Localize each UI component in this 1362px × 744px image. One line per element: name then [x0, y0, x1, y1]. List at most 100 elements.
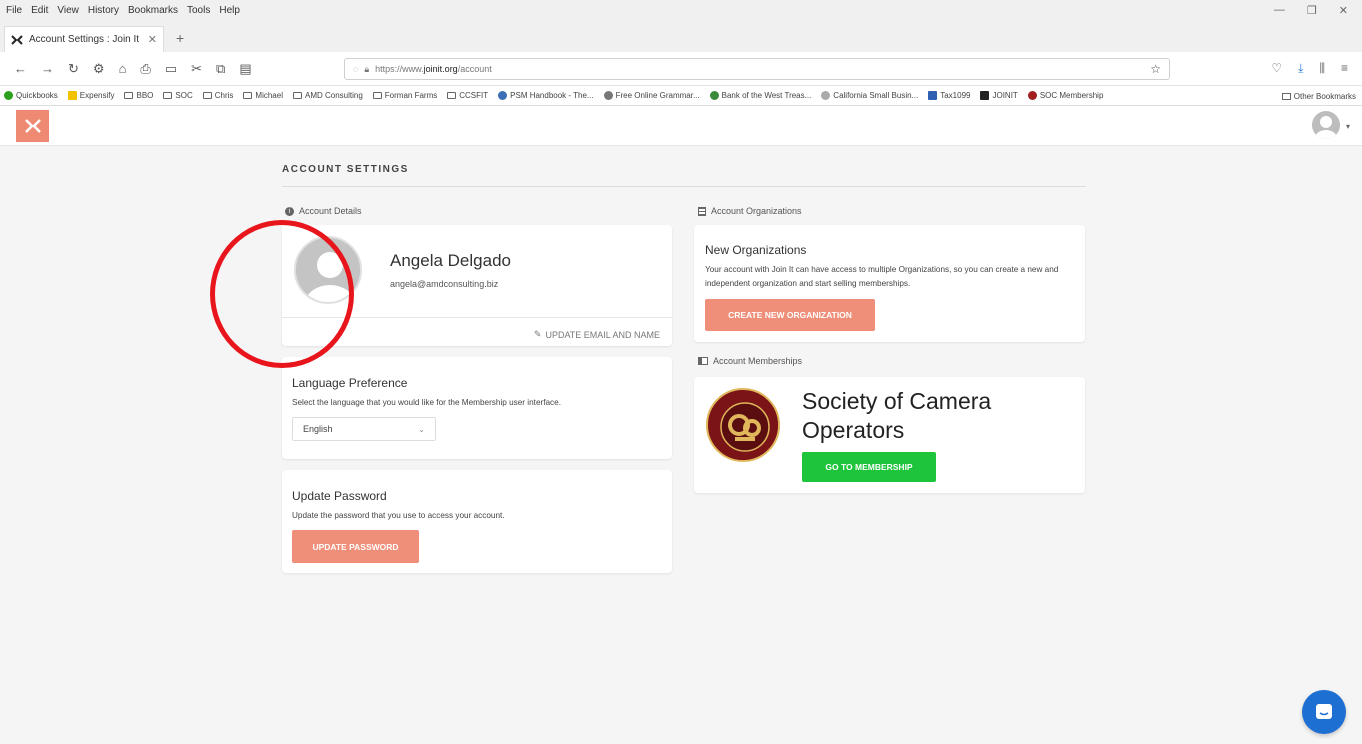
nav-bar: ← → ↻ ⚙ ⌂ ⎙ ▭ ✂ ⧉ ▤ ◌ 🔒︎ https://www.joi…: [0, 52, 1362, 86]
cut-icon[interactable]: ✂: [191, 61, 202, 77]
library-icon[interactable]: ⫼: [1319, 61, 1325, 76]
info-icon: i: [285, 206, 294, 216]
bookmark-joinit[interactable]: JOINIT: [980, 91, 1018, 100]
title-divider: [282, 186, 1086, 187]
url-prefix: https://www.: [375, 64, 424, 74]
url-path: /account: [457, 64, 492, 74]
bookmark-tax1099[interactable]: Tax1099: [928, 91, 970, 100]
menu-history[interactable]: History: [88, 5, 119, 16]
joinit-logo[interactable]: [16, 110, 49, 142]
profile-name: Angela Delgado: [390, 251, 511, 270]
society-name: Society of Camera Operators: [802, 388, 992, 443]
tab-bar: Account Settings : Join It ✕ +: [0, 22, 1362, 52]
bookmark-forman-farms[interactable]: Forman Farms: [372, 91, 437, 100]
bookmark-ccsfit[interactable]: CCSFIT: [447, 91, 488, 100]
url-domain: joinit.org: [423, 64, 458, 74]
update-email-name-link[interactable]: ✎ UPDATE EMAIL AND NAME: [534, 329, 660, 340]
close-tab-icon[interactable]: ✕: [148, 33, 157, 46]
new-tab-icon[interactable]: +: [176, 30, 184, 46]
menu-help[interactable]: Help: [219, 5, 240, 16]
url-bar[interactable]: ◌ 🔒︎ https://www.joinit.org/account ☆: [344, 58, 1170, 80]
go-to-membership-button[interactable]: GO TO MEMBERSHIP: [802, 452, 936, 482]
card-divider: [282, 317, 672, 318]
building-icon: [698, 206, 706, 216]
profile-avatar[interactable]: [294, 236, 362, 304]
download-icon[interactable]: ⤓: [1298, 61, 1303, 76]
society-logo[interactable]: [706, 388, 780, 462]
bookmark-chris[interactable]: Chris: [202, 91, 233, 100]
update-password-button[interactable]: UPDATE PASSWORD: [292, 530, 419, 563]
bookmark-grammar[interactable]: Free Online Grammar...: [603, 91, 700, 100]
password-description: Update the password that you use to acce…: [292, 511, 505, 520]
bookmark-quickbooks[interactable]: Quickbooks: [4, 91, 58, 100]
bookmark-bbo[interactable]: BBO: [124, 91, 153, 100]
chat-launcher-button[interactable]: [1302, 690, 1346, 734]
minimize-icon[interactable]: —: [1274, 4, 1285, 17]
bookmark-amd-consulting[interactable]: AMD Consulting: [292, 91, 363, 100]
create-new-organization-button[interactable]: CREATE NEW ORGANIZATION: [705, 299, 875, 331]
account-memberships-label: Account Memberships: [698, 356, 802, 366]
bookmarks-bar: Quickbooks Expensify BBO SOC Chris Micha…: [0, 86, 1362, 106]
user-silhouette-icon: [296, 238, 360, 302]
menu-bar: File Edit View History Bookmarks Tools H…: [0, 0, 1362, 22]
language-heading: Language Preference: [292, 376, 408, 390]
bookmark-michael[interactable]: Michael: [243, 91, 283, 100]
forward-icon[interactable]: →: [41, 61, 54, 77]
pocket-icon[interactable]: ♡: [1271, 61, 1282, 76]
joinit-logo-icon: [24, 119, 41, 133]
new-organizations-card: New Organizations Your account with Join…: [694, 225, 1085, 342]
joinit-favicon-icon: [11, 34, 23, 45]
organizations-heading: New Organizations: [705, 243, 807, 257]
shield-icon: ◌: [353, 64, 359, 74]
language-selected: English: [303, 424, 333, 434]
reload-icon[interactable]: ↻: [68, 61, 79, 77]
password-heading: Update Password: [292, 489, 387, 503]
hamburger-menu-icon[interactable]: ≡: [1341, 61, 1348, 76]
menu-bookmarks[interactable]: Bookmarks: [128, 5, 178, 16]
paste-icon[interactable]: ▤: [239, 61, 251, 77]
membership-card: Society of Camera Operators GO TO MEMBER…: [694, 377, 1085, 493]
chevron-down-icon: ⌄: [418, 424, 425, 434]
id-card-icon: [698, 357, 708, 365]
account-details-label: i Account Details: [285, 206, 362, 216]
edit-icon: ✎: [533, 329, 542, 339]
bookmark-california-small-business[interactable]: California Small Busin...: [821, 91, 918, 100]
page-title: ACCOUNT SETTINGS: [282, 164, 409, 175]
bookmark-psm-handbook[interactable]: PSM Handbook - The...: [498, 91, 594, 100]
language-description: Select the language that you would like …: [292, 398, 561, 407]
language-select[interactable]: English ⌄: [292, 417, 436, 441]
restore-icon[interactable]: ❐: [1307, 4, 1317, 17]
close-window-icon[interactable]: ✕: [1339, 4, 1348, 17]
app-header: ▾: [0, 106, 1362, 146]
tab-title: Account Settings : Join It: [29, 34, 140, 45]
profile-email: angela@amdconsulting.biz: [390, 279, 499, 289]
user-silhouette-icon: [1315, 116, 1337, 139]
back-icon[interactable]: ←: [14, 61, 27, 77]
update-password-card: Update Password Update the password that…: [282, 470, 672, 573]
language-preference-card: Language Preference Select the language …: [282, 357, 672, 459]
menu-view[interactable]: View: [57, 5, 79, 16]
copy-icon[interactable]: ⧉: [216, 61, 225, 77]
chat-icon: [1316, 704, 1332, 719]
browser-tab-active[interactable]: Account Settings : Join It ✕: [4, 26, 164, 52]
menu-file[interactable]: File: [6, 5, 22, 16]
home-icon[interactable]: ⌂: [119, 61, 127, 77]
bookmark-star-icon[interactable]: ☆: [1150, 62, 1161, 76]
chevron-down-icon[interactable]: ▾: [1346, 122, 1350, 131]
user-avatar[interactable]: [1312, 111, 1340, 139]
organizations-description: Your account with Join It can have acces…: [705, 265, 1059, 288]
print-icon[interactable]: ⎙: [140, 61, 150, 77]
settings-gear-icon[interactable]: ⚙: [93, 61, 105, 77]
account-organizations-label: Account Organizations: [698, 206, 802, 216]
bookmark-soc-membership[interactable]: SOC Membership: [1027, 91, 1103, 100]
bookmark-soc[interactable]: SOC: [163, 91, 193, 100]
window-icon[interactable]: ▭: [165, 61, 177, 77]
menu-edit[interactable]: Edit: [31, 5, 48, 16]
menu-tools[interactable]: Tools: [187, 5, 210, 16]
account-details-card: Angela Delgado angela@amdconsulting.biz …: [282, 225, 672, 346]
bookmark-expensify[interactable]: Expensify: [67, 91, 114, 100]
other-bookmarks[interactable]: Other Bookmarks: [1281, 92, 1356, 101]
lock-icon: 🔒︎: [364, 63, 370, 74]
bookmark-bank-of-the-west[interactable]: Bank of the West Treas...: [709, 91, 811, 100]
camera-operator-seal-icon: [710, 392, 778, 460]
